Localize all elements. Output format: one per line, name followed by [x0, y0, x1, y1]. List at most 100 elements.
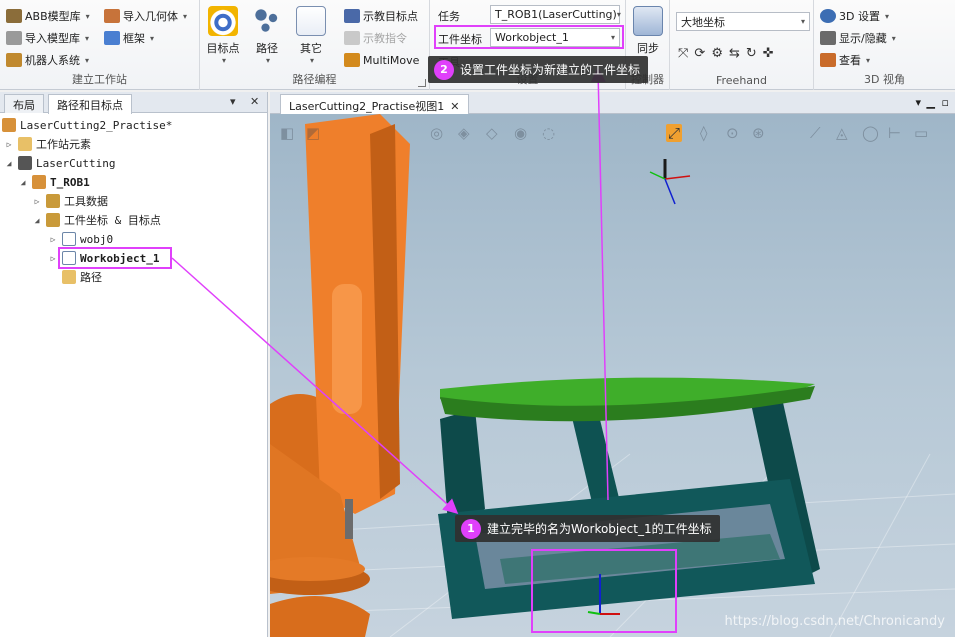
- view-tool-icon[interactable]: ◬: [836, 124, 848, 142]
- close-icon[interactable]: ✕: [250, 95, 259, 108]
- tab-layout[interactable]: 布局: [4, 94, 44, 113]
- tab-paths-targets[interactable]: 路径和目标点: [48, 94, 132, 114]
- robotstudio-window: ABB模型库 ▾ 导入模型库 ▾ 机器人系统 ▾ 导入几何体 ▾ 框架 ▾ 建立工作站: [0, 0, 955, 637]
- rotate-icon[interactable]: ⟳: [694, 46, 705, 61]
- show-hide-button[interactable]: 显示/隐藏 ▾: [820, 28, 896, 48]
- multimove-icon: [344, 53, 360, 67]
- panel-tabs: 布局 路径和目标点 ▾ ✕: [0, 92, 267, 114]
- jog-joint-icon[interactable]: ⚙: [711, 46, 723, 61]
- reference-frame-combo[interactable]: 大地坐标 ▾: [676, 12, 810, 31]
- path-icon: [252, 6, 282, 36]
- workpiece-table: [438, 377, 820, 619]
- view-tool-icon[interactable]: ◉: [514, 124, 527, 142]
- workobject-folder-icon: [46, 213, 60, 227]
- jog-linear-icon[interactable]: ⇆: [729, 46, 740, 61]
- workobject-icon: [62, 232, 76, 246]
- snap-tool-icon[interactable]: ⤢: [666, 124, 683, 142]
- workobject-1-highlight: [58, 247, 172, 269]
- collapse-icon[interactable]: ◢: [18, 178, 28, 187]
- target-button[interactable]: 目标点 ▾: [204, 4, 242, 65]
- tree-node-station-elements[interactable]: ▷ 工作站元素: [4, 135, 91, 153]
- chevron-down-icon: ▾: [616, 10, 621, 19]
- teach-target-icon: [344, 9, 360, 23]
- view-tool-icon[interactable]: ⊙: [726, 124, 739, 142]
- tree-node-wobj-targets[interactable]: ◢ 工件坐标 & 目标点: [32, 211, 161, 229]
- controller-icon: [18, 156, 32, 170]
- view-tool-icon[interactable]: ⊢: [888, 124, 901, 142]
- view-tool-icon[interactable]: ◌: [542, 124, 555, 142]
- view-tool-icon[interactable]: ⟋: [810, 124, 821, 142]
- multimove-button[interactable]: MultiMove: [344, 50, 419, 70]
- expand-icon[interactable]: ▷: [4, 140, 14, 149]
- robot-system-button[interactable]: 机器人系统 ▾: [6, 50, 89, 70]
- workobject-combo[interactable]: Workobject_1 ▾: [490, 28, 620, 47]
- folder-icon: [18, 137, 32, 151]
- task-combo[interactable]: T_ROB1(LaserCutting) ▾: [490, 5, 621, 24]
- multi-robot-jog-icon[interactable]: ✜: [763, 46, 774, 61]
- expand-icon[interactable]: ▷: [48, 254, 58, 263]
- teach-target-button[interactable]: 示教目标点: [344, 6, 418, 26]
- chevron-down-icon: ▾: [610, 33, 615, 42]
- tool-axes: [649, 159, 691, 205]
- robot-library-icon: [6, 9, 22, 23]
- tree-node-wobj0[interactable]: ▷ wobj0: [48, 230, 113, 248]
- target-icon: [208, 6, 238, 36]
- view-tool-icon[interactable]: ◊: [700, 124, 707, 142]
- view-tool-icon[interactable]: ◩: [306, 124, 320, 142]
- move-icon[interactable]: ⤧: [678, 46, 688, 61]
- paths-targets-panel: 布局 路径和目标点 ▾ ✕ LaserCutting2_Practise* ▷ …: [0, 92, 268, 637]
- station-group-label: 建立工作站: [72, 73, 127, 86]
- 3d-viewport[interactable]: ◧ ◩ ◎ ◈ ◇ ◉ ◌ ⤢ ◊ ⊙ ⊛ ⟋ ◬ ◯ ⊢ ▭ https://…: [270, 114, 955, 637]
- path-button[interactable]: 路径 ▾: [248, 4, 286, 65]
- folder-icon: [62, 270, 76, 284]
- other-button[interactable]: 其它 ▾: [292, 4, 330, 65]
- collapse-icon[interactable]: ◢: [32, 216, 42, 225]
- view-tool-icon[interactable]: ◧: [280, 124, 294, 142]
- tree-node-task[interactable]: ◢ T_ROB1: [18, 173, 90, 191]
- import-library-icon: [6, 31, 22, 45]
- 3d-scene: [270, 114, 955, 637]
- watermark: https://blog.csdn.net/Chronicandy: [724, 614, 945, 629]
- dialog-launcher-icon[interactable]: [418, 79, 426, 87]
- tree-node-station[interactable]: LaserCutting2_Practise*: [2, 116, 172, 134]
- teach-instruction-icon: [344, 31, 360, 45]
- panel-menu-icon[interactable]: ▾: [230, 95, 236, 108]
- abb-library-button[interactable]: ABB模型库 ▾: [6, 6, 90, 26]
- view-tool-icon[interactable]: ◈: [458, 124, 470, 142]
- freehand-group-label: Freehand: [715, 74, 767, 87]
- 3d-settings-button[interactable]: 3D 设置 ▾: [820, 6, 889, 26]
- view-tool-icon[interactable]: ⊛: [752, 124, 765, 142]
- frame-icon: [104, 31, 120, 45]
- frame-button[interactable]: 框架 ▾: [104, 28, 154, 48]
- import-library-button[interactable]: 导入模型库 ▾: [6, 28, 89, 48]
- expand-icon[interactable]: ▷: [32, 197, 42, 206]
- view-tool-icon[interactable]: ◇: [486, 124, 498, 142]
- tool-data-icon: [46, 194, 60, 208]
- view3d-group-label: 3D 视角: [864, 73, 905, 86]
- close-icon[interactable]: ✕: [450, 100, 459, 113]
- callout-step-2: 2 设置工件坐标为新建立的工件坐标: [428, 56, 649, 83]
- view-button[interactable]: 查看 ▾: [820, 50, 870, 70]
- path-programming-group: 目标点 ▾ 路径 ▾ 其它 ▾ 示教目标点 示教指令 MultiMove 路径编…: [200, 0, 430, 90]
- tree-node-tool-data[interactable]: ▷ 工具数据: [32, 192, 108, 210]
- station-tree: LaserCutting2_Practise* ▷ 工作站元素 ◢ LaserC…: [0, 114, 267, 637]
- expand-icon[interactable]: ▷: [48, 235, 58, 244]
- geometry-icon: [104, 9, 120, 23]
- import-geometry-button[interactable]: 导入几何体 ▾: [104, 6, 187, 26]
- chevron-down-icon: ▾: [800, 17, 805, 26]
- tree-node-controller[interactable]: ◢ LaserCutting: [4, 154, 115, 172]
- sync-button[interactable]: 同步: [629, 4, 667, 56]
- maximize-icon[interactable]: ▫: [942, 96, 949, 109]
- tab-view1[interactable]: LaserCutting2_Practise视图1 ✕: [280, 94, 469, 114]
- jog-reorient-icon[interactable]: ↻: [746, 46, 757, 61]
- view-icon: [820, 53, 836, 67]
- view-tool-icon[interactable]: ▭: [914, 124, 928, 142]
- search-icon: [820, 31, 836, 45]
- tree-node-paths[interactable]: 路径: [48, 268, 102, 286]
- view-tool-icon[interactable]: ◯: [862, 124, 879, 142]
- minimize-icon[interactable]: ▁: [927, 96, 935, 109]
- teach-instruction-button[interactable]: 示教指令: [344, 28, 407, 48]
- collapse-icon[interactable]: ◢: [4, 159, 14, 168]
- view-tool-icon[interactable]: ◎: [430, 124, 443, 142]
- view-menu-icon[interactable]: ▾: [915, 96, 921, 109]
